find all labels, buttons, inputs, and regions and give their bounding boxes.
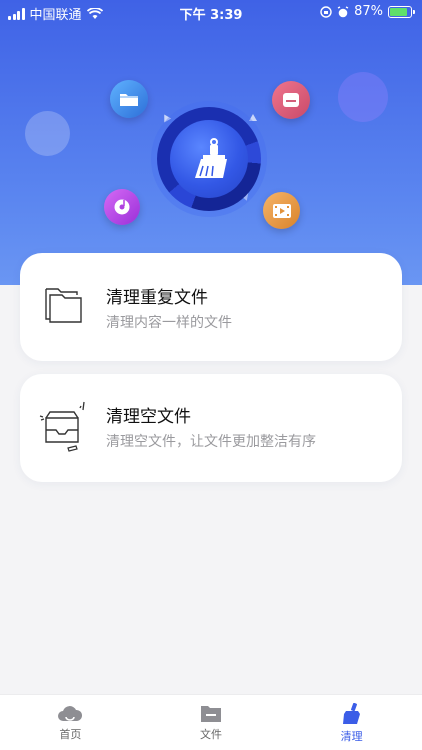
file-folder-icon xyxy=(201,706,221,722)
battery-percent: 87% xyxy=(354,4,383,19)
decor-sparkle xyxy=(160,112,172,123)
tab-clean[interactable]: 清理 xyxy=(281,695,422,750)
card-description: 清理内容一样的文件 xyxy=(106,315,232,331)
duplicate-folders-icon xyxy=(45,288,82,323)
tab-label: 清理 xyxy=(340,730,363,743)
video-orb xyxy=(263,192,300,229)
hero-banner: 中国联通 下午 3:39 87% xyxy=(0,0,422,285)
decor-bubble xyxy=(338,72,388,122)
tab-files[interactable]: 文件 xyxy=(141,695,282,750)
battery-icon xyxy=(388,5,415,18)
tab-label: 文件 xyxy=(200,728,222,741)
clean-duplicate-files-card[interactable]: 清理重复文件 清理内容一样的文件 xyxy=(20,253,402,361)
clean-center-badge[interactable] xyxy=(157,107,261,211)
broom-icon xyxy=(342,703,360,724)
decor-sparkle xyxy=(249,114,257,121)
home-cloud-icon xyxy=(58,706,83,721)
folder-icon xyxy=(120,94,138,106)
tab-home[interactable]: 首页 xyxy=(0,695,141,750)
music-disc-orb xyxy=(104,189,140,225)
card-description: 清理空文件，让文件更加整洁有序 xyxy=(106,434,316,450)
video-icon xyxy=(272,203,291,218)
card-title: 清理重复文件 xyxy=(106,288,208,308)
alarm-icon xyxy=(337,5,349,17)
document-icon xyxy=(283,93,299,107)
bottom-tab-bar: 首页 文件 清理 xyxy=(0,694,422,750)
broom-icon xyxy=(195,138,227,178)
status-bar: 中国联通 下午 3:39 87% xyxy=(0,0,422,26)
document-orb xyxy=(272,81,310,119)
card-title: 清理空文件 xyxy=(106,407,191,427)
empty-tray-icon xyxy=(39,401,85,452)
orientation-lock-icon xyxy=(320,5,332,18)
clean-empty-files-card[interactable]: 清理空文件 清理空文件，让文件更加整洁有序 xyxy=(20,374,402,482)
folder-orb xyxy=(110,80,148,118)
decor-bubble xyxy=(25,111,70,156)
tab-label: 首页 xyxy=(59,728,82,741)
music-disc-icon xyxy=(114,199,130,215)
